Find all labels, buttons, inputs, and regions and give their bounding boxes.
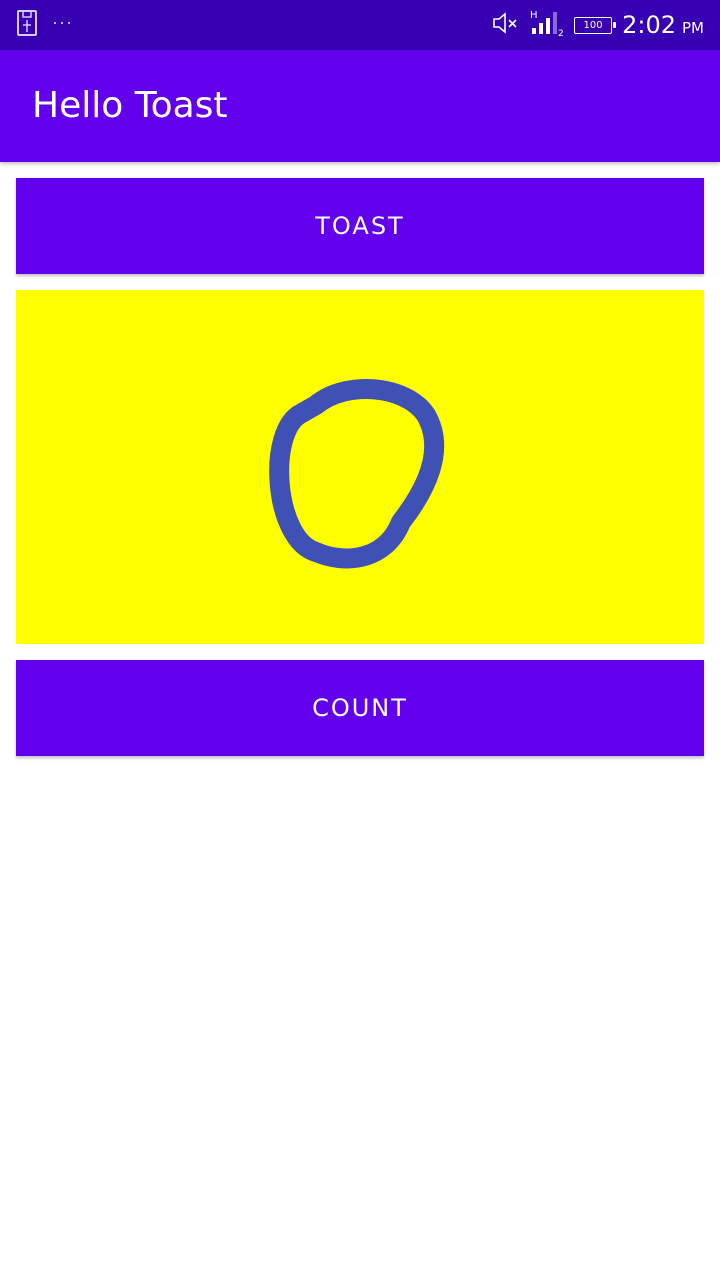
more-dots-icon: ··· (52, 12, 73, 32)
sim-label: 2 (558, 29, 564, 37)
battery-level: 100 (583, 19, 603, 31)
signal-icon: H 2 (530, 9, 564, 42)
usb-icon (16, 9, 38, 41)
clock-time: 2:02 (622, 11, 676, 39)
battery-icon: 100 (574, 16, 617, 34)
count-button[interactable]: Count (16, 660, 704, 756)
status-right: H 2 100 2:02 PM (492, 0, 704, 50)
clock: 2:02 PM (622, 11, 704, 39)
count-value-drawing (269, 379, 445, 569)
app-bar: Hello Toast (0, 50, 720, 162)
toast-button-label: Toast (315, 212, 405, 240)
signal-label: H (530, 10, 538, 21)
toast-button[interactable]: Toast (16, 178, 704, 274)
mute-icon (492, 11, 520, 40)
clock-ampm: PM (682, 19, 704, 37)
status-left: ··· (16, 0, 73, 50)
count-button-label: Count (312, 694, 408, 722)
count-display: 0 (16, 290, 704, 644)
status-bar: ··· H 2 100 2:02 PM (0, 0, 720, 50)
app-title: Hello Toast (32, 85, 228, 126)
